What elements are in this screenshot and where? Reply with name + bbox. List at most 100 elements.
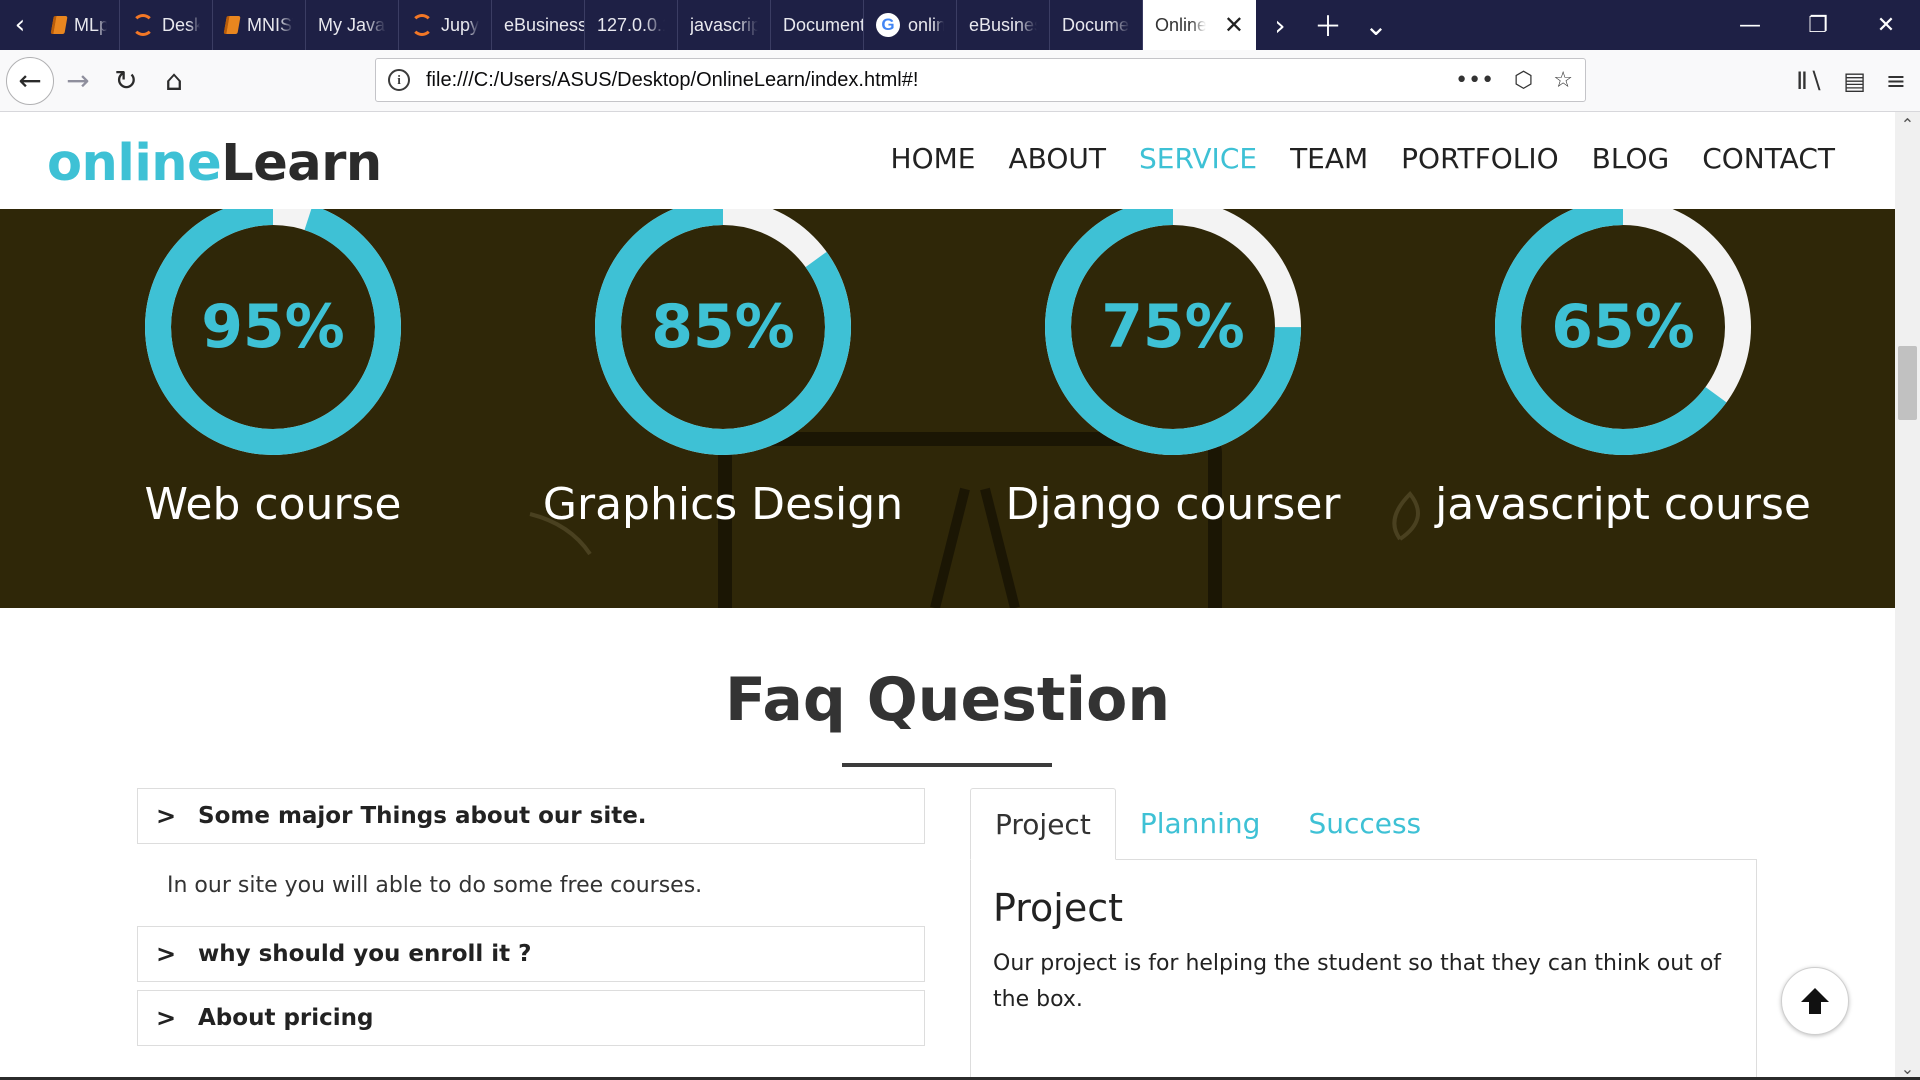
jupyter-icon xyxy=(411,14,433,36)
percent-label: 65% xyxy=(1551,292,1695,362)
chevron-right-icon: > xyxy=(156,802,177,830)
chevron-right-icon: > xyxy=(156,1004,177,1032)
faq-title-underline xyxy=(842,763,1052,767)
browser-tab[interactable]: Gonline xyxy=(864,0,957,50)
browser-tab[interactable]: Deskto xyxy=(120,0,213,50)
skill-title: Web course xyxy=(144,479,402,530)
window-controls: — ❐ ✕ xyxy=(1716,0,1920,50)
faq-answer: In our site you will able to do some fre… xyxy=(167,872,703,898)
tab-success[interactable]: Success xyxy=(1284,788,1445,859)
menu-about[interactable]: ABOUT xyxy=(1009,142,1107,175)
page-viewport: onlineLearn HOME ABOUT SERVICE TEAM PORT… xyxy=(0,112,1895,1080)
arrow-up-icon xyxy=(1801,988,1829,1014)
bookmark-star-icon[interactable]: ☆ xyxy=(1553,68,1573,93)
tab-label: Document xyxy=(1062,14,1130,35)
list-all-tabs-icon[interactable]: ⌄ xyxy=(1352,9,1400,42)
browser-tab[interactable]: Document xyxy=(771,0,864,50)
google-icon: G xyxy=(876,13,900,37)
menu-blog[interactable]: BLOG xyxy=(1592,142,1670,175)
menu-home[interactable]: HOME xyxy=(891,142,976,175)
faq-question[interactable]: > About pricing xyxy=(137,990,925,1046)
library-icon[interactable]: Ⅱ∖ xyxy=(1796,67,1823,95)
menu-icon[interactable]: ≡ xyxy=(1886,67,1906,95)
site-logo[interactable]: onlineLearn xyxy=(47,134,382,193)
address-bar[interactable]: i file:///C:/Users/ASUS/Desktop/OnlineLe… xyxy=(375,58,1586,102)
tab-planning[interactable]: Planning xyxy=(1116,788,1285,859)
home-icon[interactable]: ⌂ xyxy=(150,57,198,105)
tab-scroll-left-icon[interactable]: ‹ xyxy=(0,0,40,50)
browser-tab-active[interactable]: Onlinel ✕ xyxy=(1143,0,1256,50)
tab-label: My JavaSc xyxy=(318,14,386,35)
scrollbar-thumb[interactable] xyxy=(1898,346,1917,420)
tab-label: online xyxy=(908,14,944,35)
tab-label: Jupyte xyxy=(441,14,479,35)
browser-tab[interactable]: 127.0.0.1:5 xyxy=(585,0,678,50)
browser-tab-strip: ‹ MLpro Deskto MNIST My JavaSc Jupyte eB… xyxy=(0,0,1920,50)
tab-nav: Project Planning Success xyxy=(970,788,1757,860)
minimize-icon[interactable]: — xyxy=(1716,13,1784,38)
toolbar-right: Ⅱ∖ ▤ ≡ xyxy=(1796,50,1920,112)
faq-accordion: > Some major Things about our site. In o… xyxy=(137,788,925,1046)
restore-icon[interactable]: ❐ xyxy=(1784,13,1852,38)
main-menu: HOME ABOUT SERVICE TEAM PORTFOLIO BLOG C… xyxy=(891,142,1835,175)
browser-tab[interactable]: eBusiness xyxy=(492,0,585,50)
sidebar-icon[interactable]: ▤ xyxy=(1843,67,1866,95)
skills-section: 95% Web course 85% Graphics Design 75% D… xyxy=(0,209,1895,608)
menu-team[interactable]: TEAM xyxy=(1290,142,1368,175)
back-icon[interactable]: ← xyxy=(6,56,54,105)
forward-icon[interactable]: → xyxy=(54,57,102,105)
chevron-right-icon: > xyxy=(156,940,177,968)
tab-label: eBusiness xyxy=(504,14,585,35)
faq-question[interactable]: > why should you enroll it ? xyxy=(137,926,925,982)
skill-javascript-course: 65% javascript course xyxy=(1413,209,1833,530)
skill-graphics-design: 85% Graphics Design xyxy=(513,209,933,530)
tab-label: MNIST xyxy=(247,14,293,35)
tab-label: Deskto xyxy=(162,14,200,35)
new-tab-icon[interactable]: ＋ xyxy=(1304,5,1352,45)
tab-list: MLpro Deskto MNIST My JavaSc Jupyte eBus… xyxy=(40,0,1256,50)
browser-tab[interactable]: MLpro xyxy=(40,0,120,50)
faq-question[interactable]: > Some major Things about our site. xyxy=(137,788,925,844)
url-actions: ••• ⬡ ☆ xyxy=(1455,68,1573,93)
browser-tab[interactable]: eBusiness xyxy=(957,0,1050,50)
faq-question-text: Some major Things about our site. xyxy=(198,803,647,829)
info-tabs: Project Planning Success Project Our pro… xyxy=(970,788,1757,1080)
tab-project[interactable]: Project xyxy=(970,788,1116,860)
menu-contact[interactable]: CONTACT xyxy=(1702,142,1835,175)
page-scrollbar[interactable]: ⌃ ⌄ xyxy=(1895,112,1920,1080)
progress-ring: 95% xyxy=(145,209,401,455)
skill-django-course: 75% Django courser xyxy=(963,209,1383,530)
browser-tab[interactable]: MNIST xyxy=(213,0,306,50)
scroll-up-icon[interactable]: ⌃ xyxy=(1895,112,1920,136)
tab-label: javascript l xyxy=(690,14,758,35)
logo-part-online: online xyxy=(47,134,222,193)
url-text[interactable]: file:///C:/Users/ASUS/Desktop/OnlineLear… xyxy=(426,69,918,92)
tab-content: Project Our project is for helping the s… xyxy=(970,860,1757,1080)
book-icon xyxy=(50,16,68,34)
menu-portfolio[interactable]: PORTFOLIO xyxy=(1401,142,1559,175)
tab-scroll-right-icon[interactable]: › xyxy=(1256,9,1304,42)
menu-service[interactable]: SERVICE xyxy=(1139,142,1257,175)
pocket-icon[interactable]: ⬡ xyxy=(1514,68,1533,93)
tab-controls: › ＋ ⌄ xyxy=(1256,0,1400,50)
progress-ring: 85% xyxy=(595,209,851,455)
back-to-top-button[interactable] xyxy=(1781,967,1849,1035)
site-info-icon[interactable]: i xyxy=(388,69,410,91)
tab-content-heading: Project xyxy=(993,886,1124,930)
tab-content-text: Our project is for helping the student s… xyxy=(993,951,1722,1012)
percent-label: 95% xyxy=(201,292,345,362)
percent-label: 75% xyxy=(1101,292,1245,362)
browser-tab[interactable]: My JavaSc xyxy=(306,0,399,50)
skill-title: Django courser xyxy=(1005,479,1341,530)
page-actions-icon[interactable]: ••• xyxy=(1455,68,1494,93)
browser-tab[interactable]: Jupyte xyxy=(399,0,492,50)
site-header: onlineLearn HOME ABOUT SERVICE TEAM PORT… xyxy=(0,112,1895,209)
browser-tab[interactable]: Document xyxy=(1050,0,1143,50)
close-tab-icon[interactable]: ✕ xyxy=(1224,11,1244,40)
browser-tab[interactable]: javascript l xyxy=(678,0,771,50)
book-icon xyxy=(223,16,241,34)
close-window-icon[interactable]: ✕ xyxy=(1852,13,1920,38)
reload-icon[interactable]: ↻ xyxy=(102,57,150,105)
jupyter-icon xyxy=(132,14,154,36)
skill-title: javascript course xyxy=(1435,479,1811,530)
